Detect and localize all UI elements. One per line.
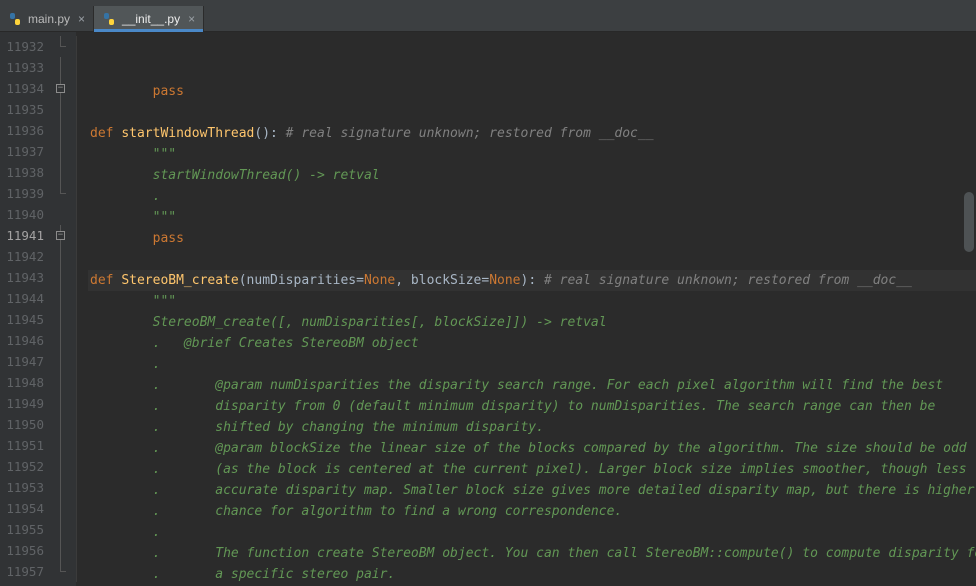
fold-gutter[interactable]: −− xyxy=(52,32,76,586)
fold-cell xyxy=(52,351,76,372)
code-line[interactable]: . xyxy=(88,522,976,543)
indent-guide-column xyxy=(76,32,88,586)
line-number[interactable]: 11950 xyxy=(0,414,52,435)
code-line[interactable] xyxy=(88,102,976,123)
fold-toggle-icon[interactable]: − xyxy=(56,84,65,93)
fold-cell xyxy=(52,267,76,288)
editor-pane: 1193211933119341193511936119371193811939… xyxy=(0,32,976,586)
line-number[interactable]: 11952 xyxy=(0,456,52,477)
line-number[interactable]: 11949 xyxy=(0,393,52,414)
close-icon[interactable]: × xyxy=(188,12,195,26)
code-line[interactable]: def StereoBM_create(numDisparities=None,… xyxy=(88,270,976,291)
line-number[interactable]: 11937 xyxy=(0,141,52,162)
tab-main-py[interactable]: main.py × xyxy=(0,6,94,31)
line-number[interactable]: 11954 xyxy=(0,498,52,519)
line-number[interactable]: 11944 xyxy=(0,288,52,309)
line-number[interactable]: 11951 xyxy=(0,435,52,456)
code-line[interactable]: . The function create StereoBM object. Y… xyxy=(88,543,976,564)
line-number[interactable]: 11947 xyxy=(0,351,52,372)
code-line[interactable]: . xyxy=(88,354,976,375)
line-number-gutter[interactable]: 1193211933119341193511936119371193811939… xyxy=(0,32,52,586)
fold-cell xyxy=(52,477,76,498)
code-line[interactable]: . disparity from 0 (default minimum disp… xyxy=(88,396,976,417)
fold-cell xyxy=(52,288,76,309)
line-number[interactable]: 11942 xyxy=(0,246,52,267)
fold-cell xyxy=(52,183,76,204)
fold-cell xyxy=(52,330,76,351)
code-line[interactable]: . accurate disparity map. Smaller block … xyxy=(88,480,976,501)
line-number[interactable]: 11943 xyxy=(0,267,52,288)
fold-cell xyxy=(52,372,76,393)
tab-label: main.py xyxy=(28,12,70,26)
fold-cell xyxy=(52,561,76,582)
code-line[interactable]: . @brief Creates StereoBM object xyxy=(88,333,976,354)
scrollbar-thumb[interactable] xyxy=(964,192,974,252)
line-number[interactable]: 11936 xyxy=(0,120,52,141)
fold-cell: − xyxy=(52,225,76,246)
code-line[interactable]: """ xyxy=(88,207,976,228)
fold-cell xyxy=(52,393,76,414)
code-line[interactable]: """ xyxy=(88,291,976,312)
python-file-icon xyxy=(8,12,22,26)
fold-cell: − xyxy=(52,78,76,99)
code-line[interactable]: . @param blockSize the linear size of th… xyxy=(88,438,976,459)
code-area[interactable]: pass def startWindowThread(): # real sign… xyxy=(88,32,976,586)
fold-cell xyxy=(52,120,76,141)
tab-label: __init__.py xyxy=(122,12,180,26)
fold-cell xyxy=(52,519,76,540)
close-icon[interactable]: × xyxy=(78,12,85,26)
fold-cell xyxy=(52,456,76,477)
editor-tabbar: main.py × __init__.py × xyxy=(0,6,976,32)
fold-toggle-icon[interactable]: − xyxy=(56,231,65,240)
fold-cell xyxy=(52,309,76,330)
python-file-icon xyxy=(102,12,116,26)
fold-cell xyxy=(52,36,76,57)
line-number[interactable]: 11948 xyxy=(0,372,52,393)
fold-cell xyxy=(52,99,76,120)
code-line[interactable]: def startWindowThread(): # real signatur… xyxy=(88,123,976,144)
line-number[interactable]: 11935 xyxy=(0,99,52,120)
line-number[interactable]: 11953 xyxy=(0,477,52,498)
line-number[interactable]: 11941 xyxy=(0,225,52,246)
line-number[interactable]: 11934 xyxy=(0,78,52,99)
code-line[interactable]: StereoBM_create([, numDisparities[, bloc… xyxy=(88,312,976,333)
fold-cell xyxy=(52,162,76,183)
line-number[interactable]: 11945 xyxy=(0,309,52,330)
code-line[interactable]: . a specific stereo pair. xyxy=(88,564,976,585)
fold-cell xyxy=(52,540,76,561)
vertical-scrollbar[interactable] xyxy=(964,32,974,586)
fold-cell xyxy=(52,435,76,456)
fold-cell xyxy=(52,57,76,78)
tab-init-py[interactable]: __init__.py × xyxy=(94,6,204,31)
line-number[interactable]: 11955 xyxy=(0,519,52,540)
line-number[interactable]: 11933 xyxy=(0,57,52,78)
fold-cell xyxy=(52,498,76,519)
line-number[interactable]: 11956 xyxy=(0,540,52,561)
code-line[interactable]: pass xyxy=(88,81,976,102)
code-line[interactable]: startWindowThread() -> retval xyxy=(88,165,976,186)
code-line[interactable]: . xyxy=(88,186,976,207)
fold-cell xyxy=(52,141,76,162)
code-line[interactable]: . chance for algorithm to find a wrong c… xyxy=(88,501,976,522)
code-line[interactable]: . @param numDisparities the disparity se… xyxy=(88,375,976,396)
code-line[interactable]: """ xyxy=(88,144,976,165)
code-line[interactable]: . shifted by changing the minimum dispar… xyxy=(88,417,976,438)
fold-cell xyxy=(52,414,76,435)
fold-cell xyxy=(52,204,76,225)
code-line[interactable] xyxy=(88,249,976,270)
line-number[interactable]: 11932 xyxy=(0,36,52,57)
line-number[interactable]: 11940 xyxy=(0,204,52,225)
line-number[interactable]: 11938 xyxy=(0,162,52,183)
line-number[interactable]: 11939 xyxy=(0,183,52,204)
line-number[interactable]: 11957 xyxy=(0,561,52,582)
line-number[interactable]: 11946 xyxy=(0,330,52,351)
code-line[interactable]: . (as the block is centered at the curre… xyxy=(88,459,976,480)
code-line[interactable]: pass xyxy=(88,228,976,249)
fold-cell xyxy=(52,246,76,267)
